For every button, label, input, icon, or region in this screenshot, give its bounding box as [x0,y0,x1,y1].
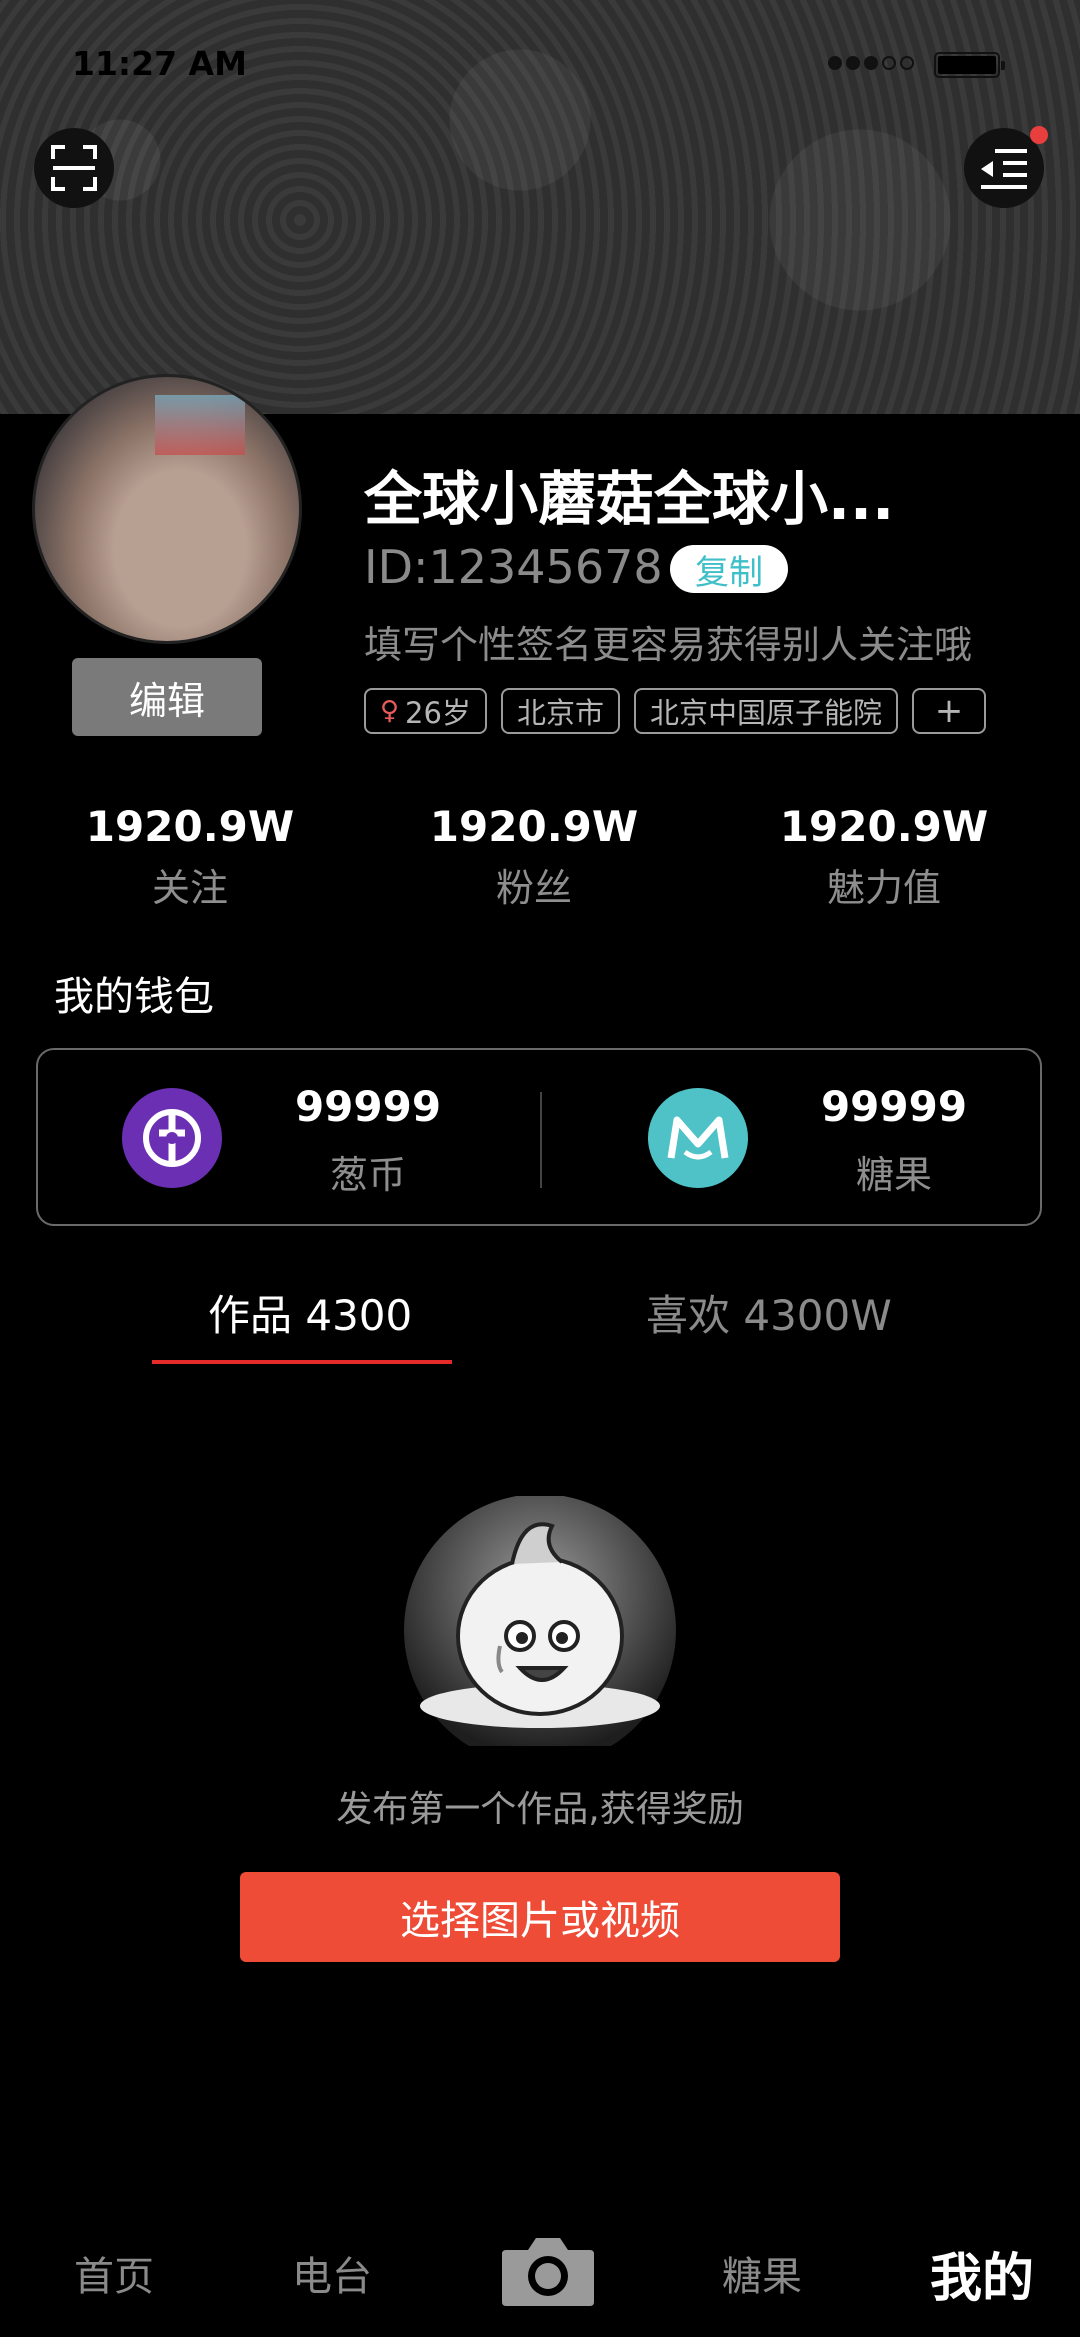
stat-value: 1920.9W [429,802,639,851]
nav-radio[interactable]: 电台 [292,2244,372,2302]
signal-strength-icon [828,56,914,70]
tag-age-label: 26岁 [405,696,471,730]
select-media-button[interactable]: 选择图片或视频 [240,1872,840,1962]
profile-header-background: 11:27 AM [0,0,1080,414]
stat-followers[interactable]: 1920.9W 粉丝 [404,802,664,912]
scan-button[interactable] [34,128,114,208]
female-icon: ♀ [380,696,400,726]
tag-school[interactable]: 北京中国原子能院 [633,688,898,734]
profile-tags: ♀ 26岁 北京市 北京中国原子能院 + [364,688,986,734]
onion-mascot-image [404,1496,676,1746]
stat-label: 粉丝 [495,866,572,910]
battery-icon [934,52,1005,78]
candy-label: 糖果 [855,1153,932,1197]
onion-coin-amount: 99999 [294,1082,442,1131]
onion-coin-label: 葱币 [329,1153,406,1197]
camera-icon[interactable] [500,2232,596,2308]
tab-works[interactable]: 作品 4300 [208,1282,412,1343]
onion-coin-icon [122,1088,222,1188]
add-tag-button[interactable]: + [911,688,986,734]
candy-amount: 99999 [820,1082,968,1131]
nav-me[interactable]: 我的 [930,2236,1034,2311]
active-tab-indicator [152,1360,452,1364]
nav-candy[interactable]: 糖果 [722,2244,802,2302]
status-time: 11:27 AM [72,44,247,83]
wallet-divider [540,1092,542,1188]
copy-id-button[interactable]: 复制 [670,545,788,593]
nav-home[interactable]: 首页 [74,2244,154,2302]
notification-dot [1030,126,1048,144]
stat-following[interactable]: 1920.9W 关注 [60,802,320,912]
scan-icon [51,145,97,191]
tab-likes[interactable]: 喜欢 4300W [646,1282,892,1343]
tag-age[interactable]: ♀ 26岁 [364,688,487,734]
tag-city[interactable]: 北京市 [500,688,620,734]
wallet-title: 我的钱包 [54,974,214,1020]
stat-value: 1920.9W [779,802,989,851]
stat-label: 魅力值 [826,866,941,910]
signature[interactable]: 填写个性签名更容易获得别人关注哦 [364,614,972,669]
candy-coin-icon [648,1088,748,1188]
user-id: ID:12345678 [364,540,663,594]
menu-button[interactable] [964,126,1048,208]
stat-value: 1920.9W [85,802,295,851]
avatar[interactable] [32,374,302,644]
wallet-card: 99999 葱币 99999 糖果 [36,1048,1042,1226]
empty-state-message: 发布第一个作品,获得奖励 [336,1789,744,1830]
stat-label: 关注 [151,866,228,910]
stat-charm[interactable]: 1920.9W 魅力值 [754,802,1014,912]
edit-profile-button[interactable]: 编辑 [72,658,262,736]
username: 全球小蘑菇全球小... [364,465,895,533]
menu-collapse-icon [981,149,1027,189]
